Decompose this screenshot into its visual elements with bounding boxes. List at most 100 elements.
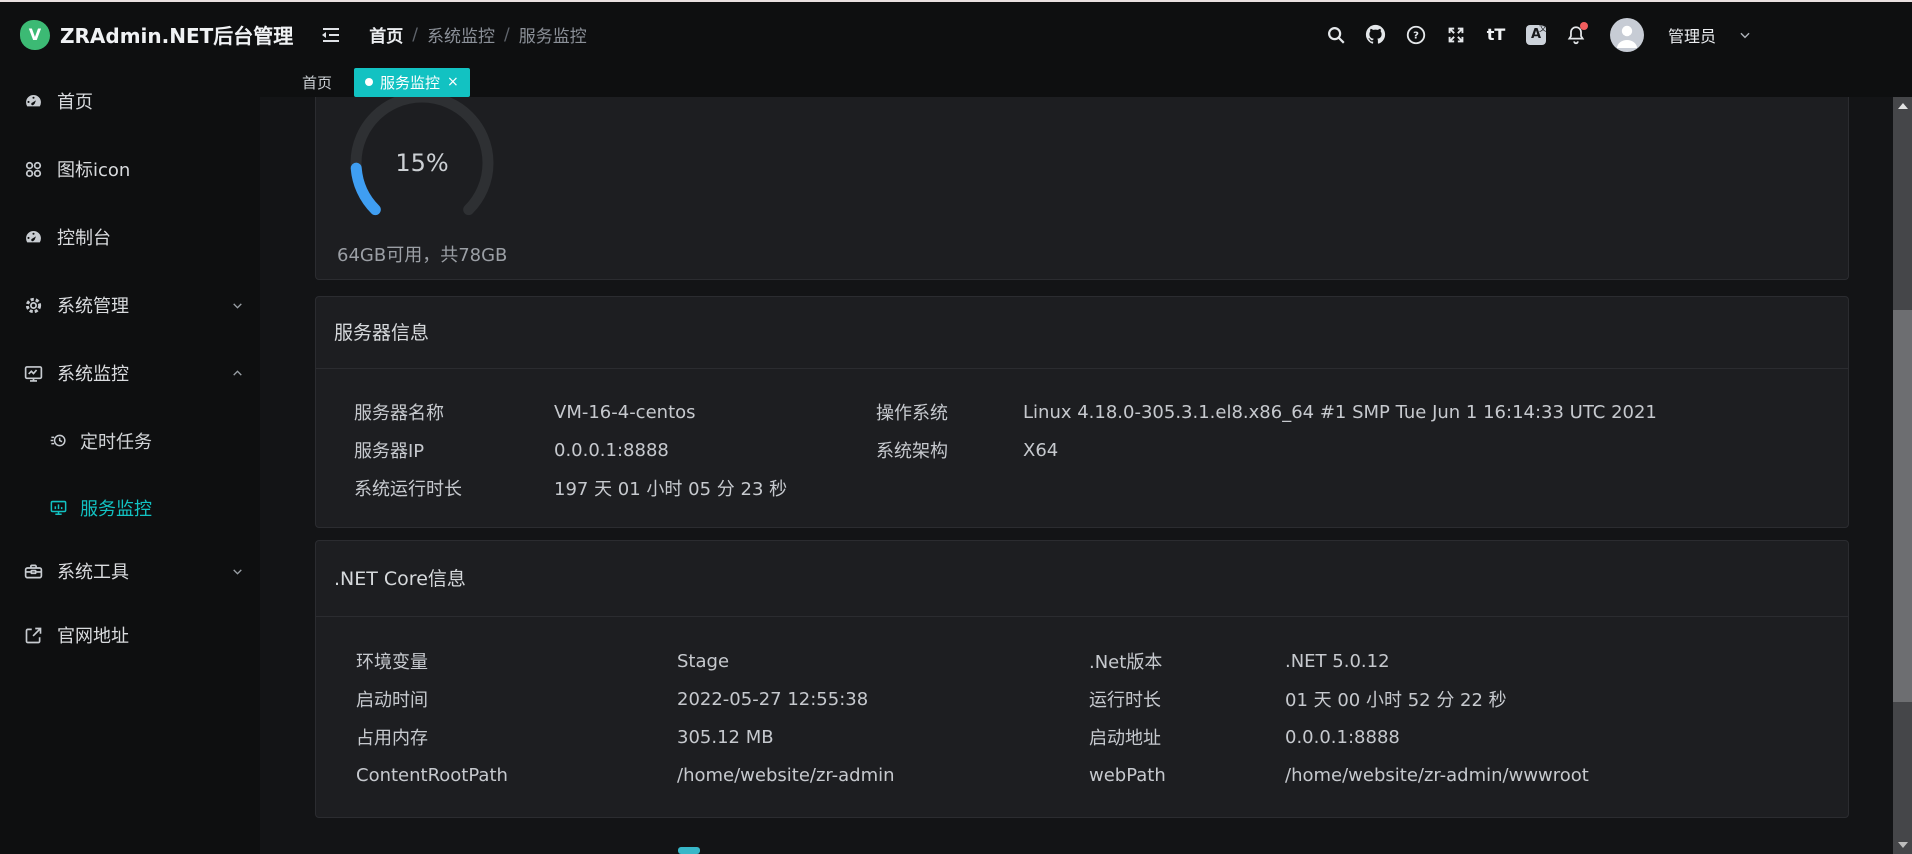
sidebar-item-icons[interactable]: 图标icon xyxy=(0,135,260,203)
table-row: 环境变量 Stage .Net版本 .NET 5.0.12 xyxy=(316,642,1848,680)
sidebar-item-home[interactable]: 首页 xyxy=(0,67,260,135)
language-sup: 文 xyxy=(1539,23,1547,34)
grid-icon xyxy=(22,158,44,180)
breadcrumb-item[interactable]: 系统监控 xyxy=(427,22,495,47)
disk-usage-panel: 15% 64GB可用，共78GB xyxy=(315,97,1849,280)
info-value: 305.12 MB xyxy=(677,727,1089,748)
language-icon[interactable]: A 文 xyxy=(1524,23,1548,47)
info-label: 服务器IP xyxy=(354,437,554,463)
dashboard-icon xyxy=(22,90,44,112)
app-header: V ZRAdmin.NET后台管理 首页 / 系统监控 / 服务监控 ? xyxy=(0,2,1912,67)
horizontal-scrollbar-thumb[interactable] xyxy=(678,847,700,854)
vertical-scrollbar[interactable] xyxy=(1893,97,1912,854)
table-row: ContentRootPath /home/website/zr-admin w… xyxy=(316,756,1848,794)
breadcrumb-item[interactable]: 服务监控 xyxy=(519,22,587,47)
table-row: 服务器IP 0.0.0.1:8888 系统架构 X64 xyxy=(316,431,1848,469)
username[interactable]: 管理员 xyxy=(1668,23,1716,47)
info-value: 0.0.0.1:8888 xyxy=(554,440,876,461)
info-value: .NET 5.0.12 xyxy=(1285,651,1848,672)
sidebar-item-label: 官网地址 xyxy=(57,622,129,648)
info-value: 2022-05-27 12:55:38 xyxy=(677,689,1089,710)
sidebar-collapse-icon[interactable] xyxy=(319,22,345,48)
header-actions: ? tT A 文 xyxy=(1324,18,1752,52)
disk-usage-percent: 15% xyxy=(337,149,507,177)
font-size-icon[interactable]: tT xyxy=(1484,23,1508,47)
server-info-rows: 服务器名称 VM-16-4-centos 操作系统 Linux 4.18.0-3… xyxy=(316,369,1848,507)
sidebar: 首页 图标icon 控制台 系统管理 xyxy=(0,67,260,854)
timer-icon xyxy=(48,431,68,451)
info-value: Stage xyxy=(677,651,1089,672)
scrollbar-up-arrow[interactable] xyxy=(1893,97,1912,115)
table-row: 占用内存 305.12 MB 启动地址 0.0.0.1:8888 xyxy=(316,718,1848,756)
info-value: 197 天 01 小时 05 分 23 秒 xyxy=(554,475,876,501)
notification-bell-icon[interactable] xyxy=(1564,23,1588,47)
info-label: .Net版本 xyxy=(1089,648,1285,674)
info-label: 系统架构 xyxy=(876,437,1023,463)
info-label: 启动时间 xyxy=(356,686,677,712)
scrollbar-down-arrow[interactable] xyxy=(1893,836,1912,854)
external-link-icon xyxy=(22,624,44,646)
dashboard-icon xyxy=(22,226,44,248)
info-value: Linux 4.18.0-305.3.1.el8.x86_64 #1 SMP T… xyxy=(1023,402,1848,423)
logo-letter: V xyxy=(29,25,41,44)
info-value: /home/website/zr-admin xyxy=(677,765,1089,786)
breadcrumb-home[interactable]: 首页 xyxy=(369,22,403,47)
scrollbar-thumb[interactable] xyxy=(1893,310,1912,702)
info-label: 运行时长 xyxy=(1089,686,1285,712)
chevron-up-icon xyxy=(231,367,244,380)
sidebar-item-system-tools[interactable]: 系统工具 xyxy=(0,541,260,601)
app-logo[interactable]: V xyxy=(20,20,50,50)
monitor-bars-icon xyxy=(48,498,68,518)
info-value: VM-16-4-centos xyxy=(554,402,876,423)
tab-close-icon[interactable]: × xyxy=(447,75,459,89)
table-row: 系统运行时长 197 天 01 小时 05 分 23 秒 xyxy=(316,469,1848,507)
avatar[interactable] xyxy=(1610,18,1644,52)
tab-bar: 首页 服务监控 × xyxy=(260,67,1912,97)
breadcrumb-separator: / xyxy=(412,25,418,45)
info-label: 操作系统 xyxy=(876,399,1023,425)
tab-service-monitor[interactable]: 服务监控 × xyxy=(354,68,470,97)
info-value: 01 天 00 小时 52 分 22 秒 xyxy=(1285,686,1848,712)
sidebar-subitem-scheduled-tasks[interactable]: 定时任务 xyxy=(0,407,260,474)
panel-title: 服务器信息 xyxy=(316,297,1848,369)
chevron-down-icon xyxy=(231,299,244,312)
main-content: 15% 64GB可用，共78GB 服务器信息 服务器名称 VM-16-4-cen… xyxy=(260,97,1893,854)
info-label: 占用内存 xyxy=(356,724,677,750)
sidebar-item-label: 系统监控 xyxy=(57,360,129,386)
notification-badge xyxy=(1580,22,1588,30)
info-label: webPath xyxy=(1089,765,1285,786)
chevron-down-icon xyxy=(231,565,244,578)
tab-active-dot xyxy=(365,78,373,86)
toolbox-icon xyxy=(22,560,44,582)
info-label: 环境变量 xyxy=(356,648,677,674)
breadcrumb-separator: / xyxy=(504,25,510,45)
panel-title: .NET Core信息 xyxy=(316,541,1848,617)
info-label: ContentRootPath xyxy=(356,765,677,786)
gear-icon xyxy=(22,294,44,316)
sidebar-item-system-monitor[interactable]: 系统监控 xyxy=(0,339,260,407)
sidebar-item-label: 系统管理 xyxy=(57,292,129,318)
sidebar-item-console[interactable]: 控制台 xyxy=(0,203,260,271)
info-value: 0.0.0.1:8888 xyxy=(1285,727,1848,748)
sidebar-item-system-management[interactable]: 系统管理 xyxy=(0,271,260,339)
github-icon[interactable] xyxy=(1364,23,1388,47)
help-icon[interactable]: ? xyxy=(1404,23,1428,47)
chevron-down-icon[interactable] xyxy=(1738,28,1752,42)
sidebar-item-label: 首页 xyxy=(57,88,93,114)
sidebar-item-label: 图标icon xyxy=(57,156,130,182)
info-value: /home/website/zr-admin/wwwroot xyxy=(1285,765,1848,786)
help-glyph: ? xyxy=(1413,30,1419,41)
sidebar-item-official-site[interactable]: 官网地址 xyxy=(0,601,260,669)
table-row: 服务器名称 VM-16-4-centos 操作系统 Linux 4.18.0-3… xyxy=(316,393,1848,431)
info-value: X64 xyxy=(1023,440,1848,461)
monitor-chart-icon xyxy=(22,362,44,384)
search-icon[interactable] xyxy=(1324,23,1348,47)
app-title: ZRAdmin.NET后台管理 xyxy=(60,20,293,49)
tab-home[interactable]: 首页 xyxy=(296,68,338,97)
dotnet-info-rows: 环境变量 Stage .Net版本 .NET 5.0.12 启动时间 2022-… xyxy=(316,617,1848,794)
sidebar-subitem-service-monitor[interactable]: 服务监控 xyxy=(0,474,260,541)
fullscreen-icon[interactable] xyxy=(1444,23,1468,47)
tab-label: 服务监控 xyxy=(380,72,440,93)
sidebar-item-label: 系统工具 xyxy=(57,558,129,584)
breadcrumb: 首页 / 系统监控 / 服务监控 xyxy=(369,22,586,47)
